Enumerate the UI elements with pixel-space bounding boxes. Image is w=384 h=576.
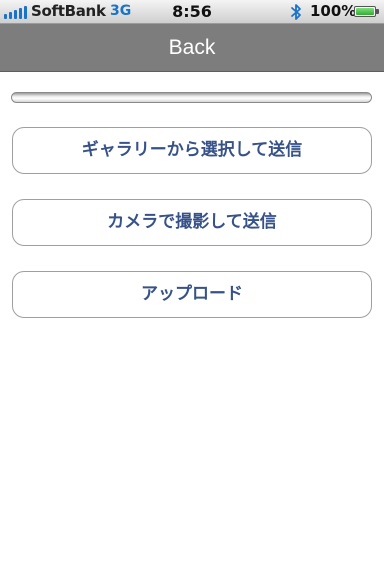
back-button[interactable]: Back (0, 24, 384, 71)
take-photo-button[interactable]: カメラで撮影して送信 (12, 199, 372, 246)
battery-level-fill (356, 8, 374, 15)
screen: SoftBank 3G 8:56 100% Back ギャラリーから選択して送信… (0, 0, 384, 576)
upload-button[interactable]: アップロード (12, 271, 372, 318)
bluetooth-icon (291, 4, 301, 20)
upload-progress-bar (11, 92, 372, 103)
battery-icon (354, 6, 376, 17)
status-bar: SoftBank 3G 8:56 100% (0, 0, 384, 24)
select-from-gallery-button[interactable]: ギャラリーから選択して送信 (12, 127, 372, 174)
battery-percentage: 100% (310, 2, 357, 20)
battery-nub (376, 9, 379, 14)
navigation-bar: Back (0, 24, 384, 72)
